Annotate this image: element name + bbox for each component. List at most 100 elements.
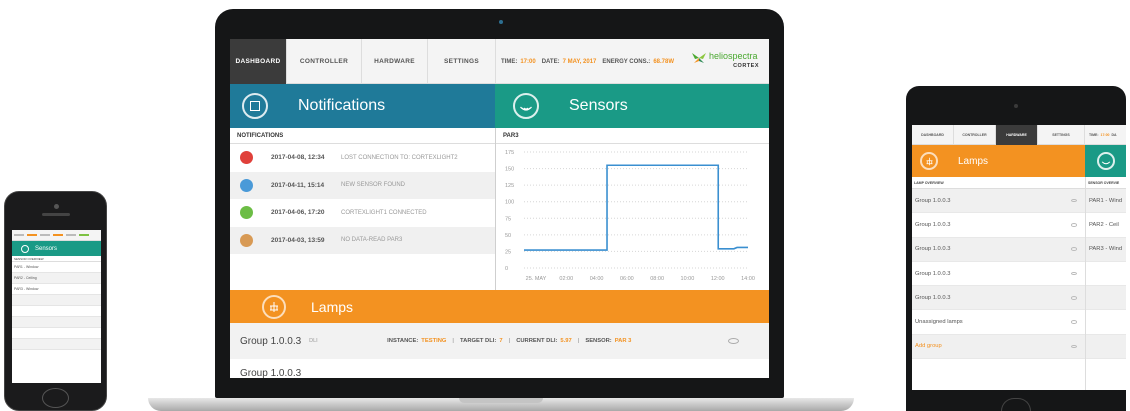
phone-nav-segment	[40, 234, 50, 236]
add-group-button[interactable]: Add group	[912, 334, 1085, 360]
sensor-label: SENSOR:	[585, 338, 612, 344]
par3-chart: 0 25 50 75 100 125 150 175 25. MAY 02:00 04:00 06:0…	[505, 150, 755, 282]
sensor-label: PAR2 - Ceil	[1089, 221, 1119, 228]
laptop-notch	[459, 398, 543, 403]
dli-label: DLI	[309, 338, 318, 344]
list-item[interactable]: PAR1 - Wind	[1086, 189, 1126, 214]
table-row[interactable]: Group 1.0.0.3	[230, 359, 769, 378]
status-dot	[240, 233, 253, 247]
sensors-title: Sensors	[569, 97, 628, 114]
lamp-group-label: Group 1.0.0.3	[915, 294, 951, 301]
tab-dashboard[interactable]: DASHBOARD	[912, 125, 954, 145]
list-item[interactable]: PAR3 - Window	[12, 284, 101, 295]
list-item[interactable]: 2017-04-08, 12:34 LOST CONNECTION TO: CO…	[230, 144, 495, 172]
eye-icon[interactable]	[1071, 296, 1077, 300]
heliospectra-logo: heliospectra CORTEX	[691, 50, 759, 74]
list-item	[12, 328, 101, 339]
main-tabs: DASHBOARD CONTROLLER HARDWARE SETTINGS	[230, 39, 496, 84]
list-item[interactable]: 2017-04-03, 13:59 NO DATA-READ PAR3	[230, 226, 495, 254]
phone-sensors-header: Sensors	[12, 241, 101, 256]
tablet-lamps-title: Lamps	[958, 155, 989, 167]
notification-date: 2017-04-08, 12:34	[271, 154, 325, 162]
list-item[interactable]: PAR2 - Ceiling	[12, 273, 101, 284]
y-tick-label: 175	[505, 150, 514, 156]
tablet-home-button[interactable]	[1001, 398, 1031, 411]
list-item[interactable]: Group 1.0.0.3	[912, 213, 1085, 238]
eye-icon[interactable]	[1071, 320, 1077, 324]
sensor-overview-header: SENSOR OVERVIE	[1086, 177, 1126, 189]
phone-device: Sensors SENSOR OVERVIEW PAR1 - Window PA…	[4, 191, 107, 411]
list-item[interactable]: Group 1.0.0.3	[912, 189, 1085, 214]
table-row[interactable]: Group 1.0.0.3 DLI INSTANCE: TESTING | TA…	[230, 323, 769, 359]
tab-hardware[interactable]: HARDWARE	[362, 39, 428, 84]
list-item	[1086, 286, 1126, 311]
target-dli-label: TARGET DLI:	[460, 338, 497, 344]
laptop-camera	[499, 20, 503, 24]
phone-nav-segment	[27, 234, 37, 236]
notifications-icon	[242, 93, 268, 119]
sensor-waves-icon	[1097, 152, 1115, 170]
eye-icon[interactable]	[1071, 198, 1077, 203]
tab-hardware[interactable]: HARDWARE	[996, 125, 1038, 145]
target-dli-value: 7	[499, 338, 503, 344]
tab-settings[interactable]: SETTINGS	[1038, 125, 1085, 145]
notification-date: 2017-04-06, 17:20	[271, 209, 325, 217]
tablet-status-info: TIME: 17:00 DA	[1085, 125, 1117, 144]
list-item[interactable]: PAR1 - Window	[12, 262, 101, 273]
sensor-label: PAR1 - Wind	[1089, 197, 1123, 204]
lamp-meta: INSTANCE: TESTING | TARGET DLI: 7 | CURR…	[387, 338, 631, 344]
eye-icon[interactable]	[1071, 271, 1077, 276]
x-tick-label: 25. MAY	[526, 276, 547, 282]
y-tick-label: 125	[505, 183, 514, 189]
add-group-label: Add group	[915, 343, 942, 350]
list-item[interactable]: PAR3 - Wind	[1086, 237, 1126, 262]
time-value: 17:00	[520, 58, 536, 65]
list-item[interactable]: Group 1.0.0.3	[912, 286, 1085, 311]
tablet-lamps-header: Lamps	[912, 145, 1085, 177]
leaf-logo-icon	[692, 53, 706, 63]
tab-controller[interactable]: CONTROLLER	[954, 125, 996, 145]
eye-icon[interactable]	[1071, 344, 1077, 349]
y-tick-label: 75	[505, 216, 511, 222]
status-dot	[240, 178, 253, 192]
tab-dashboard[interactable]: DASHBOARD	[230, 39, 287, 84]
phone-nav-bar[interactable]	[12, 230, 101, 241]
x-tick-label: 12:00	[711, 276, 725, 282]
list-item[interactable]: PAR2 - Ceil	[1086, 213, 1126, 238]
lamp-group-name: Group 1.0.0.3	[240, 335, 302, 347]
current-dli-value: 5.97	[560, 338, 572, 344]
tablet-device: DASHBOARD CONTROLLER HARDWARE SETTINGS T…	[906, 86, 1126, 411]
list-item[interactable]: 2017-04-11, 15:14 NEW SENSOR FOUND	[230, 171, 495, 199]
time-label: TIME:	[501, 58, 518, 65]
energy-value: 68.78W	[653, 58, 674, 65]
sensor-label: PAR3 - Wind	[1089, 246, 1123, 253]
brand-sub: CORTEX	[733, 63, 759, 69]
tab-settings[interactable]: SETTINGS	[428, 39, 496, 84]
list-item	[12, 295, 101, 306]
tablet-camera	[1014, 104, 1018, 108]
list-item[interactable]: Group 1.0.0.3	[912, 262, 1085, 287]
separator: |	[508, 338, 511, 344]
energy-label: ENERGY CONS.:	[602, 58, 651, 65]
list-item	[1086, 334, 1126, 360]
lamp-group-label: Group 1.0.0.3	[915, 221, 951, 228]
instance-value: TESTING	[421, 338, 447, 344]
eye-icon[interactable]	[1071, 247, 1077, 251]
list-item[interactable]: Unassigned lamps	[912, 310, 1085, 335]
phone-home-button[interactable]	[42, 388, 69, 408]
laptop-device: DASHBOARD CONTROLLER HARDWARE SETTINGS T…	[215, 9, 784, 398]
unassigned-lamps-label: Unassigned lamps	[915, 319, 963, 326]
list-item	[12, 339, 101, 350]
phone-row-label: PAR2 - Ceiling	[14, 276, 37, 280]
list-item[interactable]: Group 1.0.0.3	[912, 237, 1085, 262]
tab-controller[interactable]: CONTROLLER	[287, 39, 362, 84]
eye-icon[interactable]	[728, 338, 739, 344]
eye-icon[interactable]	[1071, 223, 1077, 227]
notifications-subheader: NOTIFICATIONS	[230, 128, 495, 144]
list-item	[12, 317, 101, 328]
laptop-screen: DASHBOARD CONTROLLER HARDWARE SETTINGS T…	[230, 39, 769, 378]
lamp-icon	[920, 152, 938, 170]
list-item[interactable]: 2017-04-06, 17:20 CORTEXLIGHT1 CONNECTED	[230, 199, 495, 227]
lamp-group-label: Group 1.0.0.3	[915, 270, 951, 277]
phone-sensors-title: Sensors	[35, 245, 58, 252]
